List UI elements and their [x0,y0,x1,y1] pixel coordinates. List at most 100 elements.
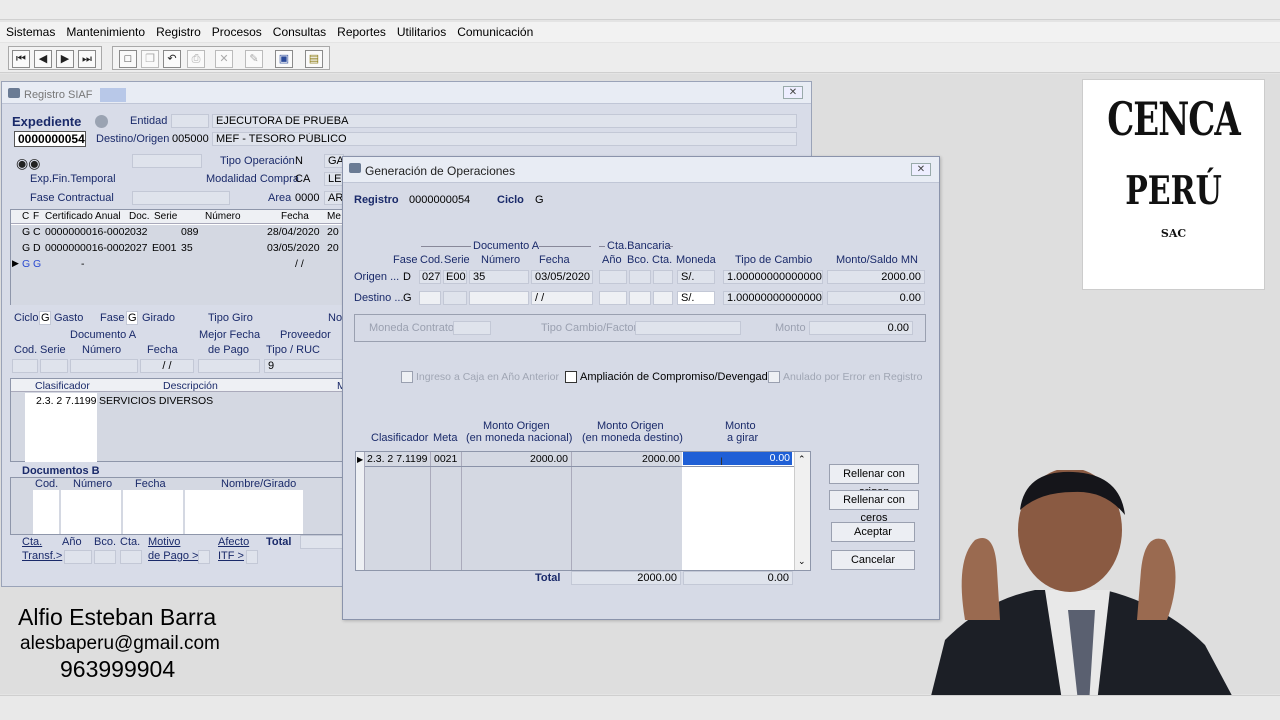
menu-registro[interactable]: Registro [150,22,206,39]
docs-b-grid[interactable]: Cod. Número Fecha Nombre/Girado [10,477,346,535]
cell: 032 [130,226,148,238]
tipo-cambio-factor-field[interactable] [635,321,741,335]
aceptar-button[interactable]: Aceptar [831,522,915,542]
ciclo-label: Ciclo [14,312,39,324]
destino-serie[interactable] [443,291,467,305]
binoculars-icon[interactable]: ◉◉ [16,155,40,172]
origen-cod[interactable]: 027 [419,270,441,284]
itf-link[interactable]: ITF > [218,550,244,562]
origen-moneda[interactable]: S/. [677,270,715,284]
prev-record-icon[interactable]: ◀ [34,50,52,68]
col-serie: Serie [154,211,178,222]
cta-label[interactable]: Cta. [22,536,42,548]
motivo-link[interactable]: Motivo [148,536,180,548]
scroll-down-icon[interactable]: ⌄ [798,556,806,567]
ciclo-field[interactable]: G [39,311,51,325]
destino-bco[interactable] [629,291,651,305]
print-icon[interactable]: ⎙ [187,50,205,68]
h-monto-saldo: Monto/Saldo MN [836,254,918,266]
bco-field[interactable] [94,550,116,564]
col-me: Me [327,211,341,222]
tipo-operacion-value: N [295,155,303,167]
modalidad-field[interactable]: LE [324,172,344,186]
registro-close-button[interactable]: ✕ [783,86,803,99]
destino-monto[interactable]: 0.00 [827,291,925,305]
ano-field[interactable] [64,550,92,564]
origen-serie[interactable]: E00' [443,270,467,284]
destino-ano[interactable] [599,291,627,305]
undo-icon[interactable]: ↶ [163,50,181,68]
anulado-checkbox[interactable] [768,371,780,383]
fecha-field[interactable]: / / [140,359,194,373]
entidad-code-field[interactable] [171,114,209,128]
search-code-field[interactable] [132,154,202,168]
origen-monto[interactable]: 2000.00 [827,270,925,284]
origen-bco[interactable] [629,270,651,284]
registro-grid-body: G C 0000000016-0002 032 089 28/04/2020 2… [11,225,347,305]
origen-ano[interactable] [599,270,627,284]
menu-consultas[interactable]: Consultas [267,22,331,39]
table-row-selected[interactable]: ▶ G G - / / [11,257,347,273]
clasificador-grid[interactable]: Clasificador Descripción M 2.3. 2 7.1199… [10,378,347,462]
scroll-up-icon[interactable]: ⌃ [798,454,806,465]
cancelar-button[interactable]: Cancelar [831,550,915,570]
area-field[interactable]: AR [324,191,344,205]
exit-icon[interactable]: ▤ [305,50,323,68]
destino-fecha[interactable]: / / [531,291,593,305]
monto-grid[interactable]: ▶ 2.3. 2 7.1199 0021 2000.00 2000.00 0.0… [355,451,811,571]
menu-comunicacion[interactable]: Comunicación [451,22,538,39]
menu-procesos[interactable]: Procesos [206,22,267,39]
tipo-operacion-field[interactable]: GA [324,154,344,168]
destino-moneda[interactable]: S/. [677,291,715,305]
ciclo-text: Gasto [54,312,84,324]
motivo-field[interactable] [198,550,210,564]
edit-icon[interactable]: ✎ [245,50,263,68]
menu-utilitarios[interactable]: Utilitarios [391,22,451,39]
fase-contractual-field[interactable] [132,191,230,205]
ingreso-caja-checkbox[interactable] [401,371,413,383]
registro-grid[interactable]: C F Certificado Anual Doc. Serie Número … [10,209,347,305]
moneda-contrato-field[interactable] [453,321,491,335]
numero-field[interactable] [70,359,138,373]
itf-field[interactable] [246,550,258,564]
next-record-icon[interactable]: ▶ [56,50,74,68]
motivo-pago-link[interactable]: de Pago > [148,550,198,562]
mejor-fecha-field[interactable] [198,359,260,373]
menu-mantenimiento[interactable]: Mantenimiento [60,22,150,39]
menu-sistemas[interactable]: Sistemas [0,22,60,39]
serie-field[interactable] [40,359,68,373]
origen-numero[interactable]: 35 [469,270,529,284]
destino-cta[interactable] [653,291,673,305]
origen-fecha[interactable]: 03/05/2020 [531,270,593,284]
table-row[interactable]: 2.3. 2 7.1199 0021 2000.00 2000.00 0.00 [356,452,794,466]
origen-tipo-cambio[interactable]: 1.000000000000000 [723,270,823,284]
delete-icon[interactable]: ✕ [215,50,233,68]
table-row[interactable]: G C 0000000016-0002 032 089 28/04/2020 2… [11,225,347,241]
destino-cod[interactable] [419,291,441,305]
expediente-field[interactable]: 0000000054 [14,131,86,147]
destino-tipo-cambio[interactable]: 1.000000000000000 [723,291,823,305]
save-icon[interactable]: ▣ [275,50,293,68]
copy-icon[interactable]: ❐ [141,50,159,68]
fase-field[interactable]: G [126,311,138,325]
last-record-icon[interactable]: ⏭ [78,50,96,68]
monto-field[interactable]: 0.00 [809,321,913,335]
destino-field[interactable]: MEF - TESORO PÚBLICO [212,132,797,146]
menu-reportes[interactable]: Reportes [331,22,391,39]
entidad-field[interactable]: EJECUTORA DE PRUEBA [212,114,797,128]
cod-field[interactable] [12,359,38,373]
transf-link[interactable]: Transf.> [22,550,62,562]
cell-monto-girar-editing[interactable]: 0.00 [683,452,792,465]
dialog-close-button[interactable]: ✕ [911,163,931,176]
afecto-link[interactable]: Afecto [218,536,249,548]
cta-field[interactable] [120,550,142,564]
table-row[interactable]: G D 0000000016-0002 027 E001 35 03/05/20… [11,241,347,257]
g-monto-origen-2: Monto Origen [597,420,664,432]
ampliacion-checkbox[interactable] [565,371,577,383]
first-record-icon[interactable]: ⏮ [12,50,30,68]
monto-grid-scrollbar[interactable]: ⌃ ⌄ [794,452,810,570]
destino-numero[interactable] [469,291,529,305]
tipo-ruc-field[interactable]: 9 [264,359,344,373]
new-document-icon[interactable]: □ [119,50,137,68]
origen-cta[interactable] [653,270,673,284]
